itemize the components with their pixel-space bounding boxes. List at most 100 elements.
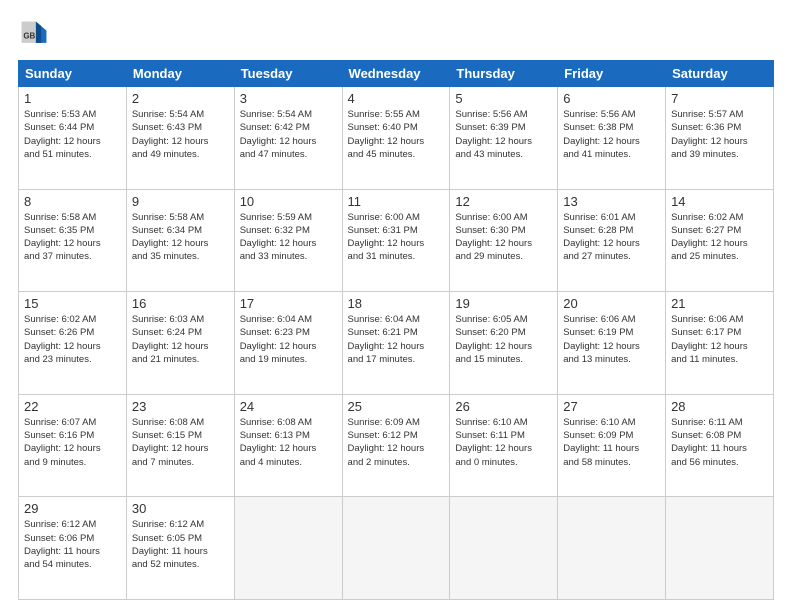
- day-number: 7: [671, 91, 768, 106]
- day-number: 12: [455, 194, 552, 209]
- calendar-cell: 23 Sunrise: 6:08 AM Sunset: 6:15 PM Dayli…: [126, 394, 234, 497]
- weekday-header-wednesday: Wednesday: [342, 61, 450, 87]
- calendar-cell: 19 Sunrise: 6:05 AM Sunset: 6:20 PM Dayli…: [450, 292, 558, 395]
- day-info: Sunrise: 6:09 AM Sunset: 6:12 PM Dayligh…: [348, 416, 445, 469]
- week-row-1: 1 Sunrise: 5:53 AM Sunset: 6:44 PM Daylig…: [19, 87, 774, 190]
- day-number: 16: [132, 296, 229, 311]
- weekday-header-row: SundayMondayTuesdayWednesdayThursdayFrid…: [19, 61, 774, 87]
- calendar-cell: 27 Sunrise: 6:10 AM Sunset: 6:09 PM Dayli…: [558, 394, 666, 497]
- week-row-5: 29 Sunrise: 6:12 AM Sunset: 6:06 PM Dayli…: [19, 497, 774, 600]
- calendar-cell: 25 Sunrise: 6:09 AM Sunset: 6:12 PM Dayli…: [342, 394, 450, 497]
- calendar-cell: 22 Sunrise: 6:07 AM Sunset: 6:16 PM Dayli…: [19, 394, 127, 497]
- day-info: Sunrise: 6:12 AM Sunset: 6:05 PM Dayligh…: [132, 518, 229, 571]
- day-number: 30: [132, 501, 229, 516]
- calendar-cell: 11 Sunrise: 6:00 AM Sunset: 6:31 PM Dayli…: [342, 189, 450, 292]
- calendar-cell: 7Sunrise: 5:57 AM Sunset: 6:36 PM Daylig…: [666, 87, 774, 190]
- day-number: 3: [240, 91, 337, 106]
- day-number: 15: [24, 296, 121, 311]
- calendar-cell: 29 Sunrise: 6:12 AM Sunset: 6:06 PM Dayli…: [19, 497, 127, 600]
- calendar-cell: 1 Sunrise: 5:53 AM Sunset: 6:44 PM Daylig…: [19, 87, 127, 190]
- day-number: 29: [24, 501, 121, 516]
- calendar-cell: 26 Sunrise: 6:10 AM Sunset: 6:11 PM Dayli…: [450, 394, 558, 497]
- calendar-cell: [666, 497, 774, 600]
- day-info: Sunrise: 6:11 AM Sunset: 6:08 PM Dayligh…: [671, 416, 768, 469]
- day-info: Sunrise: 6:01 AM Sunset: 6:28 PM Dayligh…: [563, 211, 660, 264]
- header: GB: [18, 18, 774, 50]
- weekday-header-monday: Monday: [126, 61, 234, 87]
- day-number: 18: [348, 296, 445, 311]
- logo: GB: [18, 18, 54, 50]
- day-number: 17: [240, 296, 337, 311]
- calendar-table: SundayMondayTuesdayWednesdayThursdayFrid…: [18, 60, 774, 600]
- svg-text:GB: GB: [23, 31, 35, 40]
- calendar-cell: 2Sunrise: 5:54 AM Sunset: 6:43 PM Daylig…: [126, 87, 234, 190]
- page: GB SundayMondayTuesdayWednesdayThursdayF…: [0, 0, 792, 612]
- calendar-cell: 20Sunrise: 6:06 AM Sunset: 6:19 PM Dayli…: [558, 292, 666, 395]
- weekday-header-sunday: Sunday: [19, 61, 127, 87]
- weekday-header-tuesday: Tuesday: [234, 61, 342, 87]
- day-info: Sunrise: 6:06 AM Sunset: 6:17 PM Dayligh…: [671, 313, 768, 366]
- day-number: 25: [348, 399, 445, 414]
- day-number: 4: [348, 91, 445, 106]
- calendar-cell: 21 Sunrise: 6:06 AM Sunset: 6:17 PM Dayli…: [666, 292, 774, 395]
- weekday-header-thursday: Thursday: [450, 61, 558, 87]
- day-info: Sunrise: 5:58 AM Sunset: 6:35 PM Dayligh…: [24, 211, 121, 264]
- day-number: 21: [671, 296, 768, 311]
- weekday-header-saturday: Saturday: [666, 61, 774, 87]
- calendar-cell: 30 Sunrise: 6:12 AM Sunset: 6:05 PM Dayli…: [126, 497, 234, 600]
- day-number: 23: [132, 399, 229, 414]
- day-number: 2: [132, 91, 229, 106]
- day-info: Sunrise: 6:04 AM Sunset: 6:21 PM Dayligh…: [348, 313, 445, 366]
- day-info: Sunrise: 6:02 AM Sunset: 6:26 PM Dayligh…: [24, 313, 121, 366]
- calendar-cell: 13 Sunrise: 6:01 AM Sunset: 6:28 PM Dayli…: [558, 189, 666, 292]
- day-number: 26: [455, 399, 552, 414]
- day-info: Sunrise: 6:07 AM Sunset: 6:16 PM Dayligh…: [24, 416, 121, 469]
- calendar-cell: 24 Sunrise: 6:08 AM Sunset: 6:13 PM Dayli…: [234, 394, 342, 497]
- calendar-cell: 28Sunrise: 6:11 AM Sunset: 6:08 PM Dayli…: [666, 394, 774, 497]
- day-number: 5: [455, 91, 552, 106]
- logo-icon: GB: [18, 18, 50, 50]
- day-info: Sunrise: 6:12 AM Sunset: 6:06 PM Dayligh…: [24, 518, 121, 571]
- day-number: 10: [240, 194, 337, 209]
- day-number: 9: [132, 194, 229, 209]
- day-info: Sunrise: 6:04 AM Sunset: 6:23 PM Dayligh…: [240, 313, 337, 366]
- day-info: Sunrise: 5:58 AM Sunset: 6:34 PM Dayligh…: [132, 211, 229, 264]
- day-number: 14: [671, 194, 768, 209]
- calendar-cell: 17 Sunrise: 6:04 AM Sunset: 6:23 PM Dayli…: [234, 292, 342, 395]
- calendar-cell: 4Sunrise: 5:55 AM Sunset: 6:40 PM Daylig…: [342, 87, 450, 190]
- calendar-cell: 15 Sunrise: 6:02 AM Sunset: 6:26 PM Dayli…: [19, 292, 127, 395]
- calendar-cell: 8 Sunrise: 5:58 AM Sunset: 6:35 PM Daylig…: [19, 189, 127, 292]
- week-row-2: 8 Sunrise: 5:58 AM Sunset: 6:35 PM Daylig…: [19, 189, 774, 292]
- day-number: 1: [24, 91, 121, 106]
- day-info: Sunrise: 6:00 AM Sunset: 6:30 PM Dayligh…: [455, 211, 552, 264]
- calendar-cell: [450, 497, 558, 600]
- calendar-cell: 10 Sunrise: 5:59 AM Sunset: 6:32 PM Dayli…: [234, 189, 342, 292]
- week-row-3: 15 Sunrise: 6:02 AM Sunset: 6:26 PM Dayli…: [19, 292, 774, 395]
- day-number: 19: [455, 296, 552, 311]
- day-info: Sunrise: 6:10 AM Sunset: 6:11 PM Dayligh…: [455, 416, 552, 469]
- day-number: 24: [240, 399, 337, 414]
- day-info: Sunrise: 6:08 AM Sunset: 6:15 PM Dayligh…: [132, 416, 229, 469]
- day-info: Sunrise: 6:02 AM Sunset: 6:27 PM Dayligh…: [671, 211, 768, 264]
- day-info: Sunrise: 6:10 AM Sunset: 6:09 PM Dayligh…: [563, 416, 660, 469]
- weekday-header-friday: Friday: [558, 61, 666, 87]
- day-number: 8: [24, 194, 121, 209]
- calendar-cell: 12 Sunrise: 6:00 AM Sunset: 6:30 PM Dayli…: [450, 189, 558, 292]
- day-info: Sunrise: 6:03 AM Sunset: 6:24 PM Dayligh…: [132, 313, 229, 366]
- day-number: 22: [24, 399, 121, 414]
- calendar-cell: 16 Sunrise: 6:03 AM Sunset: 6:24 PM Dayli…: [126, 292, 234, 395]
- day-number: 6: [563, 91, 660, 106]
- day-info: Sunrise: 5:56 AM Sunset: 6:39 PM Dayligh…: [455, 108, 552, 161]
- calendar-cell: [558, 497, 666, 600]
- day-number: 11: [348, 194, 445, 209]
- day-info: Sunrise: 5:53 AM Sunset: 6:44 PM Dayligh…: [24, 108, 121, 161]
- calendar-cell: 6Sunrise: 5:56 AM Sunset: 6:38 PM Daylig…: [558, 87, 666, 190]
- calendar-cell: [234, 497, 342, 600]
- day-info: Sunrise: 6:05 AM Sunset: 6:20 PM Dayligh…: [455, 313, 552, 366]
- day-info: Sunrise: 6:08 AM Sunset: 6:13 PM Dayligh…: [240, 416, 337, 469]
- day-number: 13: [563, 194, 660, 209]
- day-info: Sunrise: 5:59 AM Sunset: 6:32 PM Dayligh…: [240, 211, 337, 264]
- day-number: 27: [563, 399, 660, 414]
- day-info: Sunrise: 6:00 AM Sunset: 6:31 PM Dayligh…: [348, 211, 445, 264]
- day-number: 20: [563, 296, 660, 311]
